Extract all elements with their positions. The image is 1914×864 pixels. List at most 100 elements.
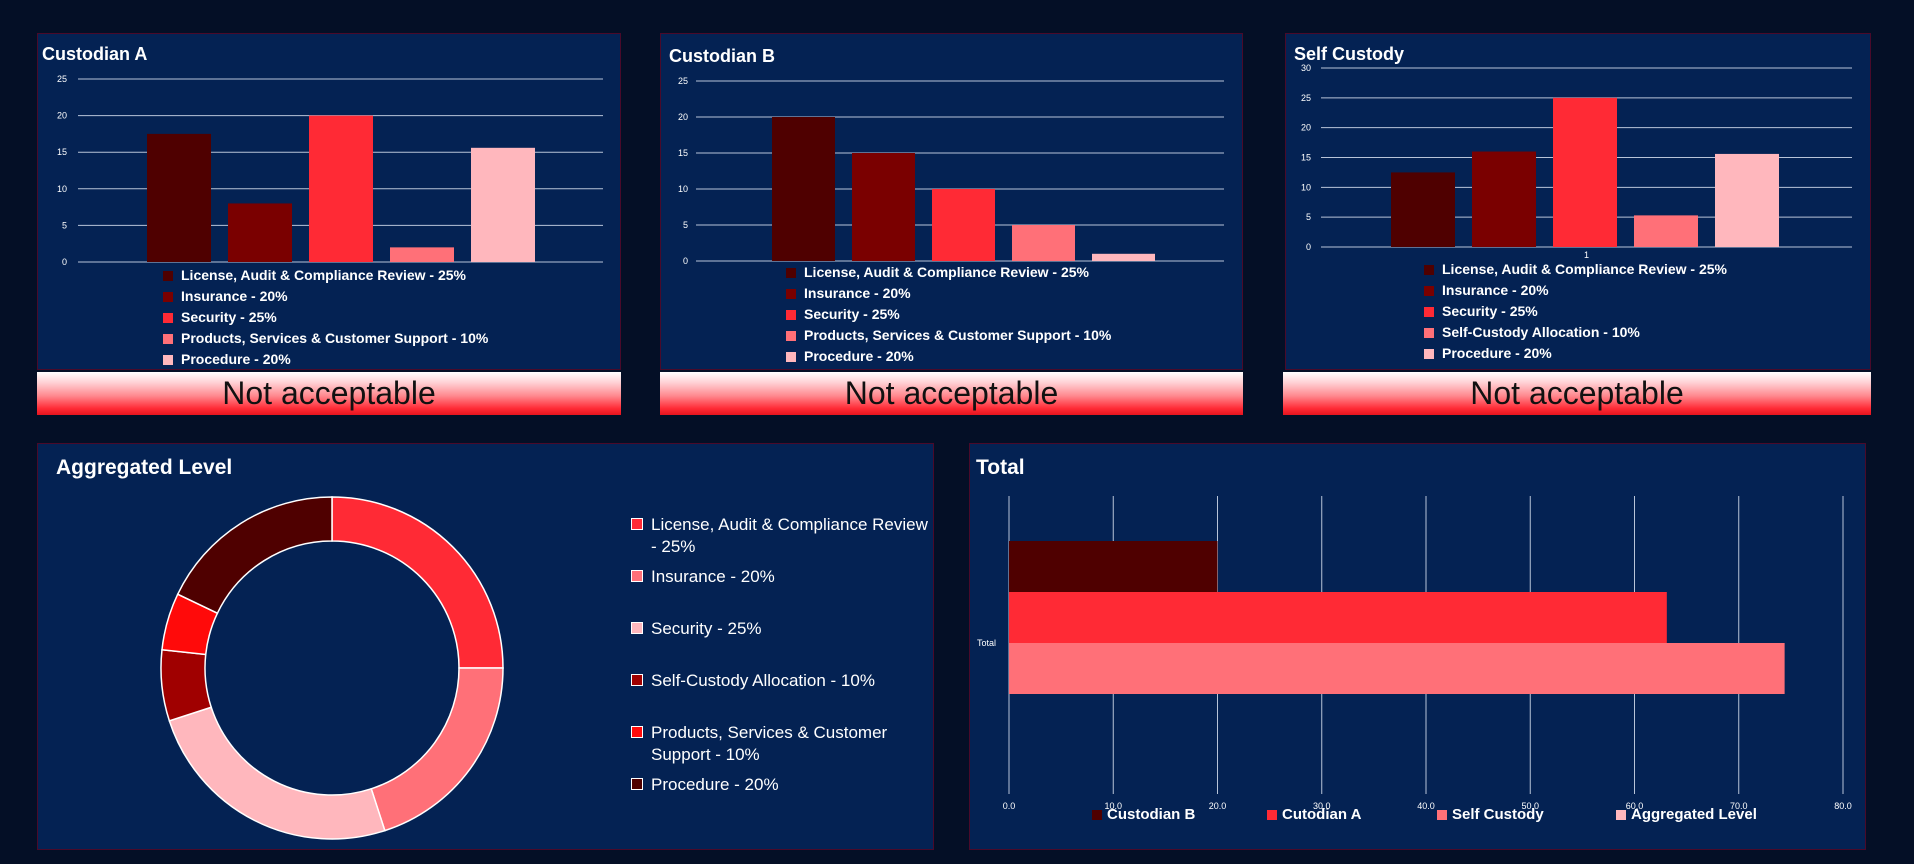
y-tick-label: 25	[678, 76, 688, 86]
total-panel: Total 0.0 10.0 20.0 30.0 40.0 50.0 60.0 70.0 80.…	[969, 443, 1866, 850]
legend-swatch	[163, 312, 173, 323]
donut-slice	[331, 496, 504, 669]
donut-slice	[176, 496, 333, 615]
legend-label: Procedure - 20%	[651, 775, 779, 794]
legend-item: Products, Services & Customer Support - …	[631, 722, 931, 766]
legend-swatch	[631, 570, 643, 582]
legend-swatch	[786, 330, 796, 341]
legend-swatch	[631, 622, 643, 634]
bar	[1472, 151, 1536, 247]
y-tick-label: 0	[683, 256, 688, 266]
legend-item: Self Custody	[1437, 806, 1544, 823]
legend-label: Aggregated Level	[1631, 806, 1757, 823]
legend-swatch	[631, 778, 643, 790]
legend-item: Procedure - 20%	[163, 349, 488, 370]
donut-slice	[370, 667, 504, 832]
bar	[932, 189, 995, 261]
custodian-a-panel: Custodian A 0 5 10 15 20 25 License, Audit & …	[37, 33, 621, 370]
legend-label: Procedure - 20%	[804, 348, 914, 364]
legend-label: Security - 25%	[651, 619, 762, 638]
legend-swatch	[1424, 327, 1434, 338]
y-tick-label: 5	[683, 220, 688, 230]
y-tick-label: 0	[1306, 242, 1311, 252]
legend-label: Products, Services & Customer Support - …	[181, 330, 489, 346]
legend-item: Self-Custody Allocation - 10%	[631, 670, 931, 692]
legend-item: Insurance - 20%	[1424, 280, 1727, 301]
legend-swatch	[1424, 306, 1434, 317]
bar	[1391, 172, 1455, 247]
legend-label: Insurance - 20%	[181, 288, 288, 304]
legend-item: License, Audit & Compliance Review - 25%	[163, 265, 488, 286]
legend-item: Procedure - 20%	[1424, 343, 1727, 364]
aggregated-legend: License, Audit & Compliance Review - 25%…	[631, 514, 931, 844]
legend-swatch	[631, 726, 643, 738]
legend-swatch	[1616, 809, 1626, 820]
y-tick-label: 10	[1301, 182, 1311, 192]
y-tick-label: 0	[62, 257, 67, 267]
legend-label: Products, Services & Customer Support - …	[651, 723, 888, 764]
legend-item: License, Audit & Compliance Review - 25%	[786, 262, 1111, 283]
legend-item: License, Audit & Compliance Review - 25%	[1424, 259, 1727, 280]
bar	[1092, 253, 1155, 261]
legend-label: Insurance - 20%	[804, 285, 911, 301]
legend-item: Aggregated Level	[1616, 806, 1757, 823]
self-custody-status: Not acceptable	[1283, 372, 1871, 415]
legend-swatch	[631, 674, 643, 686]
bar	[1634, 215, 1698, 247]
y-tick-label: 15	[57, 147, 67, 157]
legend-swatch	[1424, 264, 1434, 275]
legend-label: Procedure - 20%	[181, 351, 291, 367]
bar	[1553, 97, 1617, 247]
legend-item: Products, Services & Customer Support - …	[786, 325, 1111, 346]
self-custody-legend: License, Audit & Compliance Review - 25%…	[1424, 259, 1727, 364]
legend-swatch	[1424, 285, 1434, 296]
legend-swatch	[786, 267, 796, 278]
donut-slice	[168, 706, 386, 840]
legend-label: License, Audit & Compliance Review - 25%	[1442, 261, 1728, 277]
legend-item: Cutodian A	[1267, 806, 1361, 823]
custodian-a-status: Not acceptable	[37, 372, 621, 415]
legend-swatch	[786, 351, 796, 362]
legend-swatch	[163, 270, 173, 281]
legend-swatch	[163, 291, 173, 302]
y-tick-label: 25	[1301, 93, 1311, 103]
bar	[147, 133, 211, 262]
bar	[852, 153, 915, 261]
y-tick-label: 30	[1301, 63, 1311, 73]
y-tick-label: 5	[62, 220, 67, 230]
legend-swatch	[1437, 809, 1447, 820]
legend-label: Self-Custody Allocation - 10%	[1442, 324, 1640, 340]
legend-item: Security - 25%	[631, 618, 931, 640]
y-tick-label: 20	[57, 111, 67, 121]
y-tick-label: 20	[1301, 123, 1311, 133]
legend-item: Products, Services & Customer Support - …	[163, 328, 488, 349]
total-chart: 0.0 10.0 20.0 30.0 40.0 50.0 60.0 70.0 80.0Total	[977, 496, 1852, 811]
bar	[309, 115, 373, 262]
total-legend: Custodian B Cutodian A Self Custody Aggrega…	[970, 806, 1867, 826]
legend-label: Custodian B	[1107, 806, 1196, 823]
legend-label: Insurance - 20%	[651, 567, 775, 586]
bar	[228, 203, 292, 262]
legend-item: License, Audit & Compliance Review - 25%	[631, 514, 931, 558]
custodian-a-legend: License, Audit & Compliance Review - 25%…	[163, 265, 488, 370]
legend-label: Insurance - 20%	[1442, 282, 1549, 298]
legend-label: Products, Services & Customer Support - …	[804, 327, 1112, 343]
legend-label: Cutodian A	[1282, 806, 1362, 823]
bar	[1715, 153, 1779, 247]
bar	[1009, 541, 1218, 592]
legend-label: Self-Custody Allocation - 10%	[651, 671, 875, 690]
legend-label: Procedure - 20%	[1442, 345, 1552, 361]
legend-label: Security - 25%	[181, 309, 277, 325]
legend-item: Security - 25%	[163, 307, 488, 328]
bar	[471, 147, 535, 262]
legend-swatch	[1267, 809, 1277, 820]
legend-label: License, Audit & Compliance Review - 25%	[651, 515, 928, 556]
y-tick-label: 15	[678, 148, 688, 158]
legend-item: Procedure - 20%	[631, 774, 931, 796]
legend-swatch	[163, 333, 173, 344]
y-tick-label: 20	[678, 112, 688, 122]
legend-item: Security - 25%	[786, 304, 1111, 325]
legend-label: License, Audit & Compliance Review - 25%	[804, 264, 1090, 280]
legend-item: Security - 25%	[1424, 301, 1727, 322]
legend-swatch	[1424, 348, 1434, 359]
